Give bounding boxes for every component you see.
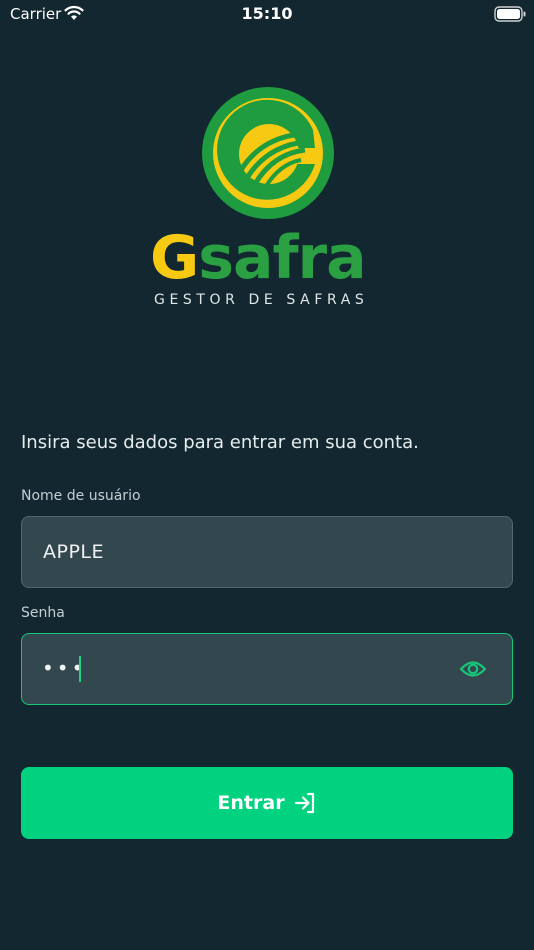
battery-icon — [494, 6, 526, 22]
logo-wordmark-rest: safra — [198, 223, 366, 293]
login-button-label: Entrar — [217, 792, 285, 814]
gsafra-emblem-icon — [202, 87, 334, 219]
status-time: 15:10 — [241, 4, 293, 23]
eye-icon[interactable] — [459, 657, 487, 681]
login-button[interactable]: Entrar — [21, 767, 513, 839]
status-bar: Carrier 15:10 — [0, 0, 534, 30]
login-intro-text: Insira seus dados para entrar em sua con… — [21, 432, 419, 453]
username-input[interactable]: APPLE — [21, 516, 513, 588]
logo-wordmark: Gsafra — [150, 226, 384, 290]
password-input[interactable]: ••• — [21, 633, 513, 705]
username-value: APPLE — [43, 541, 105, 563]
text-caret — [79, 656, 81, 682]
login-arrow-icon — [294, 792, 314, 814]
logo-wordmark-g: G — [150, 223, 199, 293]
password-label: Senha — [21, 605, 65, 621]
logo-tagline: GESTOR DE SAFRAS — [154, 292, 369, 308]
username-label: Nome de usuário — [21, 488, 141, 504]
gsafra-logo: Gsafra GESTOR DE SAFRAS — [150, 86, 384, 316]
